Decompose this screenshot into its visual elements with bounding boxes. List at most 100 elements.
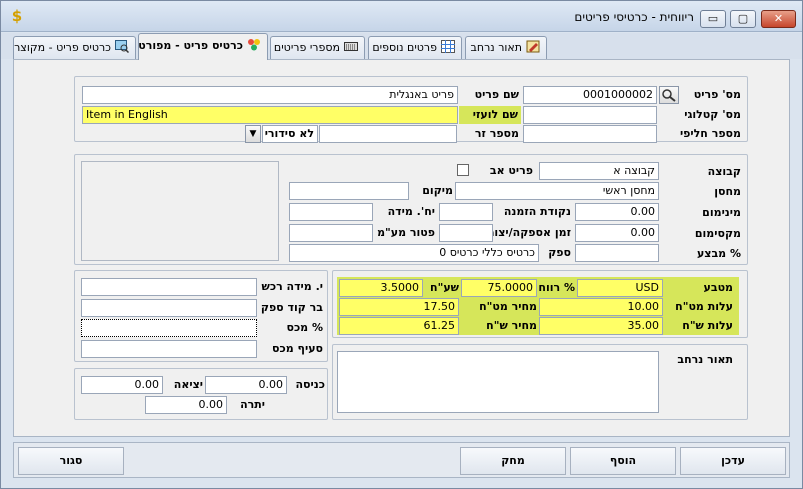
dollar-icon[interactable]: $ <box>9 8 25 25</box>
cost-ils-field[interactable]: 35.00 <box>539 317 663 335</box>
maximize-icon: ▢ <box>737 12 749 25</box>
customs-section-field[interactable] <box>81 340 257 358</box>
customs-percent-label: % מכס <box>286 321 323 334</box>
tab-more-details[interactable]: פרטים נוספים <box>368 36 462 59</box>
action-bar: עדכן הוסף מחק סגור <box>13 442 790 478</box>
item-name-label: שם פריט <box>474 88 519 101</box>
purchase-unit-label: י. מידה רכש <box>261 280 324 293</box>
title-bar: $ ריווחית - כרטיסי פריטים ▭ ▢ ✕ <box>1 1 802 32</box>
serial-select[interactable]: לא סידורי <box>262 125 318 143</box>
stock-out-field[interactable]: 0.00 <box>81 376 163 394</box>
tab-item-card-short[interactable]: כרטיס פריט - מקוצר <box>13 36 136 59</box>
stock-out-label: יציאה <box>173 378 203 391</box>
supplier-barcode-field[interactable] <box>81 299 257 317</box>
maximum-label: מקסימום <box>694 227 741 240</box>
alternate-number-label: מספר חליפי <box>679 127 741 140</box>
unit-label: יח'. מידה <box>387 205 435 218</box>
parent-item-checkbox[interactable] <box>457 164 469 176</box>
customs-section-label: סעיף מכס <box>272 342 323 355</box>
group-field[interactable]: קבוצה א <box>539 162 659 180</box>
close-window-button[interactable]: ✕ <box>761 10 796 28</box>
tab-label: פרטים נוספים <box>372 41 437 54</box>
catalog-number-field[interactable] <box>523 106 657 124</box>
window-title: ריווחית - כרטיסי פריטים <box>574 10 694 24</box>
promotion-label: % מבצע <box>696 247 741 260</box>
maximize-button[interactable]: ▢ <box>730 10 756 28</box>
warehouse-field[interactable]: מחסן ראשי <box>455 182 659 200</box>
purchase-unit-field[interactable] <box>81 278 257 296</box>
lead-time-field[interactable] <box>439 224 493 242</box>
tab-page-detailed: מס' פריט 0001000002 שם פריט פריט באנגלית… <box>13 59 790 437</box>
tab-item-numbers[interactable]: מספרי פריטים <box>270 36 365 59</box>
stock-in-field[interactable]: 0.00 <box>205 376 287 394</box>
stock-balance-label: יתרה <box>240 398 265 411</box>
item-number-field[interactable]: 0001000002 <box>523 86 657 104</box>
customs-percent-field[interactable] <box>81 319 257 337</box>
extended-description-field[interactable] <box>337 351 659 413</box>
price-foreign-label: מחיר מט"ח <box>479 300 537 313</box>
item-name-field[interactable]: פריט באנגלית <box>82 86 458 104</box>
tab-strip: תאור נרחב פרטים נוספים מספרי פריטים כרטי… <box>1 33 802 60</box>
tab-label: מספרי פריטים <box>273 41 340 54</box>
tab-label: תאור נרחב <box>470 41 522 54</box>
supplier-field[interactable]: כרטיס כללי כרטיס 0 <box>289 244 539 262</box>
location-label: מיקום <box>422 184 453 197</box>
stock-balance-field[interactable]: 0.00 <box>145 396 227 414</box>
profit-percent-label: % רווח <box>538 281 575 294</box>
item-number-label: מס' פריט <box>693 88 741 101</box>
grid-icon <box>441 40 455 53</box>
currency-label: מטבע <box>703 281 733 294</box>
promotion-field[interactable] <box>575 244 659 262</box>
extended-description-label: תאור נרחב <box>677 353 733 366</box>
foreign-name-label: שם לועזי <box>459 106 521 124</box>
pencil-icon <box>526 40 540 53</box>
maximum-field[interactable]: 0.00 <box>575 224 659 242</box>
location-field[interactable] <box>289 182 409 200</box>
order-point-field[interactable] <box>439 203 493 221</box>
chevron-down-icon[interactable]: ▼ <box>245 125 261 143</box>
search-icon <box>662 89 676 102</box>
tab-extended-description[interactable]: תאור נרחב <box>465 36 547 59</box>
item-image[interactable] <box>81 161 279 261</box>
extended-description-group: תאור נרחב <box>332 344 748 420</box>
profit-percent-field[interactable]: 75.0000 <box>461 279 537 297</box>
minimize-button[interactable]: ▭ <box>700 10 726 28</box>
traffic-light-icon <box>248 39 260 51</box>
alternate-number-field[interactable] <box>523 125 657 143</box>
unit-field[interactable] <box>289 203 373 221</box>
stock-group: 0.00 יציאה 0.00 כניסה 0.00 יתרה <box>74 368 328 420</box>
price-ils-field[interactable]: 61.25 <box>339 317 459 335</box>
tab-label: כרטיס פריט - מקוצר <box>14 41 111 54</box>
keyboard-icon <box>344 42 358 51</box>
tab-label: כרטיס פריט - מפורט <box>138 39 243 52</box>
currency-field[interactable]: USD <box>577 279 663 297</box>
supplier-label: ספק <box>548 246 571 259</box>
tab-item-card-detailed[interactable]: כרטיס פריט - מפורט <box>138 33 268 60</box>
item-details-group: קבוצה קבוצה א פריט אב מחסן מחסן ראשי מיק… <box>74 154 748 265</box>
cost-ils-label: עלות ש"ח <box>682 319 733 332</box>
catalog-number-label: מס' קטלוגי <box>684 108 741 121</box>
monitor-search-icon <box>115 40 129 53</box>
item-lookup-button[interactable] <box>659 86 679 104</box>
parent-item-label: פריט אב <box>489 164 533 177</box>
foreign-name-field[interactable]: Item in English <box>82 106 458 124</box>
close-button[interactable]: סגור <box>18 447 124 475</box>
order-point-label: נקודת הזמנה <box>503 205 571 218</box>
delete-button[interactable]: מחק <box>460 447 566 475</box>
minimum-field[interactable]: 0.00 <box>575 203 659 221</box>
foreign-number-label: מספר זר <box>474 127 519 140</box>
purchase-group: י. מידה רכש בר קוד ספק % מכס סעיף מכס <box>74 270 328 362</box>
update-button[interactable]: עדכן <box>680 447 786 475</box>
exchange-rate-field[interactable]: 3.5000 <box>339 279 423 297</box>
cost-foreign-field[interactable]: 10.00 <box>539 298 663 316</box>
price-foreign-field[interactable]: 17.50 <box>339 298 459 316</box>
foreign-number-field[interactable] <box>319 125 457 143</box>
add-button[interactable]: הוסף <box>570 447 676 475</box>
minimum-label: מינימום <box>702 206 741 219</box>
cost-foreign-label: עלות מט"ח <box>675 300 733 313</box>
price-ils-label: מחיר ש"ח <box>486 319 537 332</box>
vat-exempt-field[interactable] <box>289 224 373 242</box>
item-header-group: מס' פריט 0001000002 שם פריט פריט באנגלית… <box>74 76 748 143</box>
lead-time-label: זמן אספקה/יצור <box>487 226 571 239</box>
warehouse-label: מחסן <box>714 185 741 198</box>
